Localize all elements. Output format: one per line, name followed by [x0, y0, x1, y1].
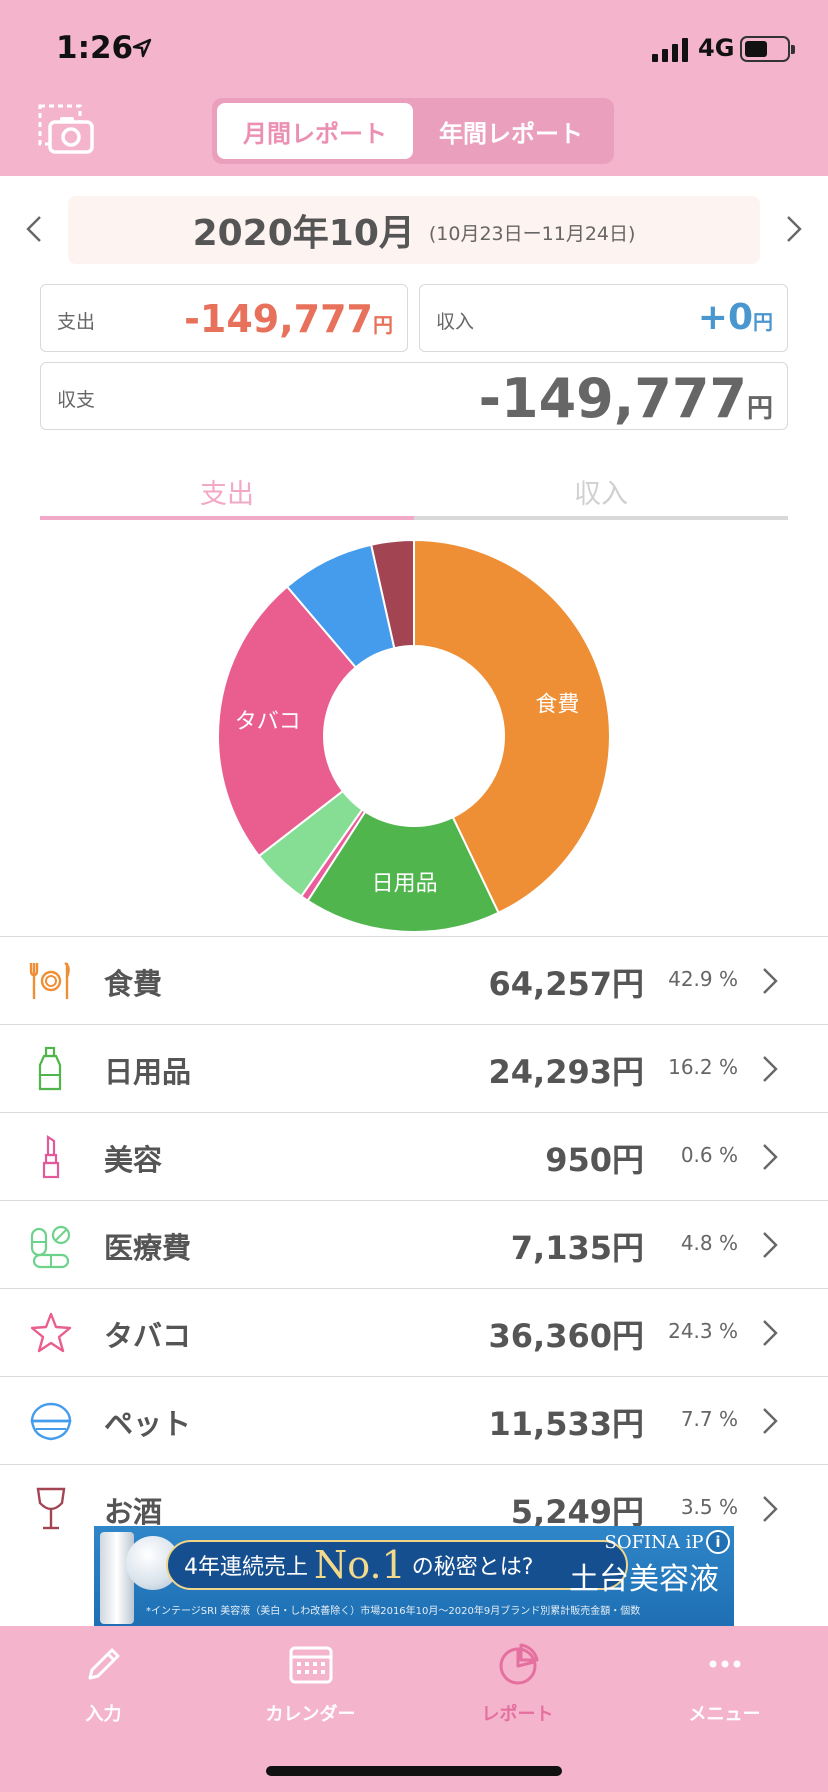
- star-icon: [28, 1309, 74, 1357]
- donut-slice-label: 日用品: [372, 872, 438, 897]
- next-month-chevron-icon[interactable]: [782, 214, 806, 244]
- category-amount: 950円: [545, 1141, 644, 1179]
- lipstick-icon: [28, 1133, 74, 1181]
- income-currency: 円: [753, 310, 773, 334]
- app-header: 1:26 4G 月間レポート 年間レポート: [0, 0, 828, 176]
- chevron-right-icon: [763, 1232, 778, 1258]
- category-amount: 7,135円: [510, 1229, 644, 1267]
- location-arrow-icon: [132, 38, 152, 58]
- income-label: 収入: [436, 311, 475, 333]
- chevron-right-icon: [763, 1144, 778, 1170]
- wine-glass-icon: [28, 1485, 74, 1533]
- category-name: 食費: [104, 967, 163, 1001]
- signal-icon: [652, 38, 688, 62]
- balance-currency: 円: [746, 394, 773, 424]
- nav-menu[interactable]: メニュー: [621, 1640, 828, 1726]
- income-summary-box: 収入 +0円: [419, 284, 788, 352]
- tab-income[interactable]: 収入: [414, 466, 788, 520]
- network-type: 4G: [698, 34, 735, 62]
- expense-label: 支出: [57, 311, 96, 333]
- tab-yearly-report[interactable]: 年間レポート: [413, 103, 609, 159]
- donut-slice-label: タバコ: [235, 710, 301, 735]
- pet-bowl-icon: [28, 1397, 74, 1445]
- chevron-right-icon: [763, 1056, 778, 1082]
- income-total: +0円: [698, 297, 773, 338]
- category-percent: 0.6 %: [680, 1143, 738, 1167]
- category-percent: 16.2 %: [668, 1055, 738, 1079]
- category-name: 医療費: [104, 1231, 192, 1265]
- month-title: 2020年10月: [192, 213, 415, 254]
- category-name: タバコ: [104, 1319, 192, 1353]
- ad-product-name: 土台美容液: [569, 1562, 719, 1597]
- expense-donut-chart: 食費日用品 タバコ: [217, 538, 611, 933]
- nav-menu-label: メニュー: [688, 1704, 761, 1725]
- category-amount: 11,533円: [488, 1405, 645, 1443]
- battery-icon: [740, 36, 795, 62]
- balance-label: 収支: [57, 389, 96, 411]
- more-icon: [709, 1660, 740, 1668]
- income-total-value: +0: [697, 297, 753, 338]
- donut-slice-label: 食費: [535, 692, 579, 717]
- category-percent: 4.8 %: [680, 1231, 738, 1255]
- category-row[interactable]: 日用品 24,293円 16.2 %: [0, 1024, 828, 1112]
- report-period-segmented-control: 月間レポート 年間レポート: [212, 98, 614, 164]
- pencil-icon: [88, 1648, 119, 1680]
- pills-icon: [28, 1221, 74, 1269]
- category-row[interactable]: 医療費 7,135円 4.8 %: [0, 1200, 828, 1288]
- ad-headline-no1: No.1: [314, 1543, 406, 1587]
- category-percent: 24.3 %: [668, 1319, 738, 1343]
- chevron-right-icon: [763, 1320, 778, 1346]
- nav-report[interactable]: レポート: [414, 1640, 621, 1726]
- chevron-right-icon: [763, 968, 778, 994]
- category-name: 美容: [104, 1143, 163, 1177]
- nav-input-label: 入力: [85, 1704, 122, 1725]
- pie-chart-icon: [499, 1643, 538, 1685]
- balance-summary-box: 収支 -149,777円: [40, 362, 788, 430]
- category-row[interactable]: ペット 11,533円 7.7 %: [0, 1376, 828, 1464]
- category-row[interactable]: 美容 950円 0.6 %: [0, 1112, 828, 1200]
- chevron-right-icon: [763, 1496, 778, 1522]
- ad-product-bottle: [100, 1532, 134, 1624]
- ad-info-icon[interactable]: i: [706, 1530, 730, 1554]
- category-row[interactable]: タバコ 36,360円 24.3 %: [0, 1288, 828, 1376]
- previous-month-chevron-icon[interactable]: [22, 214, 46, 244]
- category-percent: 42.9 %: [668, 967, 738, 991]
- ad-headline-pre: 4年連続売上: [184, 1555, 308, 1580]
- ad-fine-print: *インテージSRI 美容液（美白・しわ改善除く）市場2016年10月〜2020年…: [146, 1606, 641, 1617]
- dining-icon: [28, 957, 74, 1005]
- home-indicator: [266, 1766, 562, 1776]
- ad-banner[interactable]: 4年連続売上 No.1 の秘密とは? SOFINA iP 土台美容液 i *イン…: [94, 1526, 734, 1626]
- calendar-icon: [289, 1646, 332, 1684]
- category-percent: 3.5 %: [680, 1495, 738, 1519]
- category-percent: 7.7 %: [680, 1407, 738, 1431]
- category-amount: 24,293円: [488, 1053, 645, 1091]
- expense-total: -149,777円: [184, 297, 393, 341]
- nav-calendar-label: カレンダー: [265, 1704, 356, 1725]
- balance-total-value: -149,777: [478, 367, 747, 430]
- month-date-range: (10月23日ー11月24日): [428, 222, 636, 245]
- expense-currency: 円: [373, 313, 393, 337]
- transaction-type-tabs: 支出 収入: [40, 466, 788, 520]
- tab-monthly-report[interactable]: 月間レポート: [217, 103, 413, 159]
- category-name: お酒: [104, 1495, 163, 1529]
- category-row[interactable]: 食費 64,257円 42.9 %: [0, 936, 828, 1024]
- nav-calendar[interactable]: カレンダー: [207, 1640, 414, 1726]
- nav-report-label: レポート: [481, 1704, 554, 1725]
- chevron-right-icon: [763, 1408, 778, 1434]
- ad-headline-post: の秘密とは?: [411, 1555, 534, 1580]
- category-name: ペット: [104, 1407, 192, 1441]
- tab-expense[interactable]: 支出: [40, 466, 414, 520]
- category-amount: 64,257円: [488, 965, 645, 1003]
- category-amount: 36,360円: [488, 1317, 645, 1355]
- nav-input[interactable]: 入力: [0, 1640, 207, 1726]
- month-selector: 2020年10月 (10月23日ー11月24日): [68, 196, 760, 264]
- expense-total-value: -149,777: [184, 297, 373, 341]
- category-list: 食費 64,257円 42.9 % 日用品 24,293円 16.2 % 美容 950円 0.6…: [0, 936, 828, 1552]
- screenshot-camera-icon[interactable]: [38, 104, 94, 156]
- expense-summary-box: 支出 -149,777円: [40, 284, 408, 352]
- status-time: 1:26: [56, 30, 134, 66]
- category-name: 日用品: [104, 1055, 192, 1089]
- bottle-icon: [28, 1045, 74, 1093]
- balance-total: -149,777円: [479, 367, 773, 430]
